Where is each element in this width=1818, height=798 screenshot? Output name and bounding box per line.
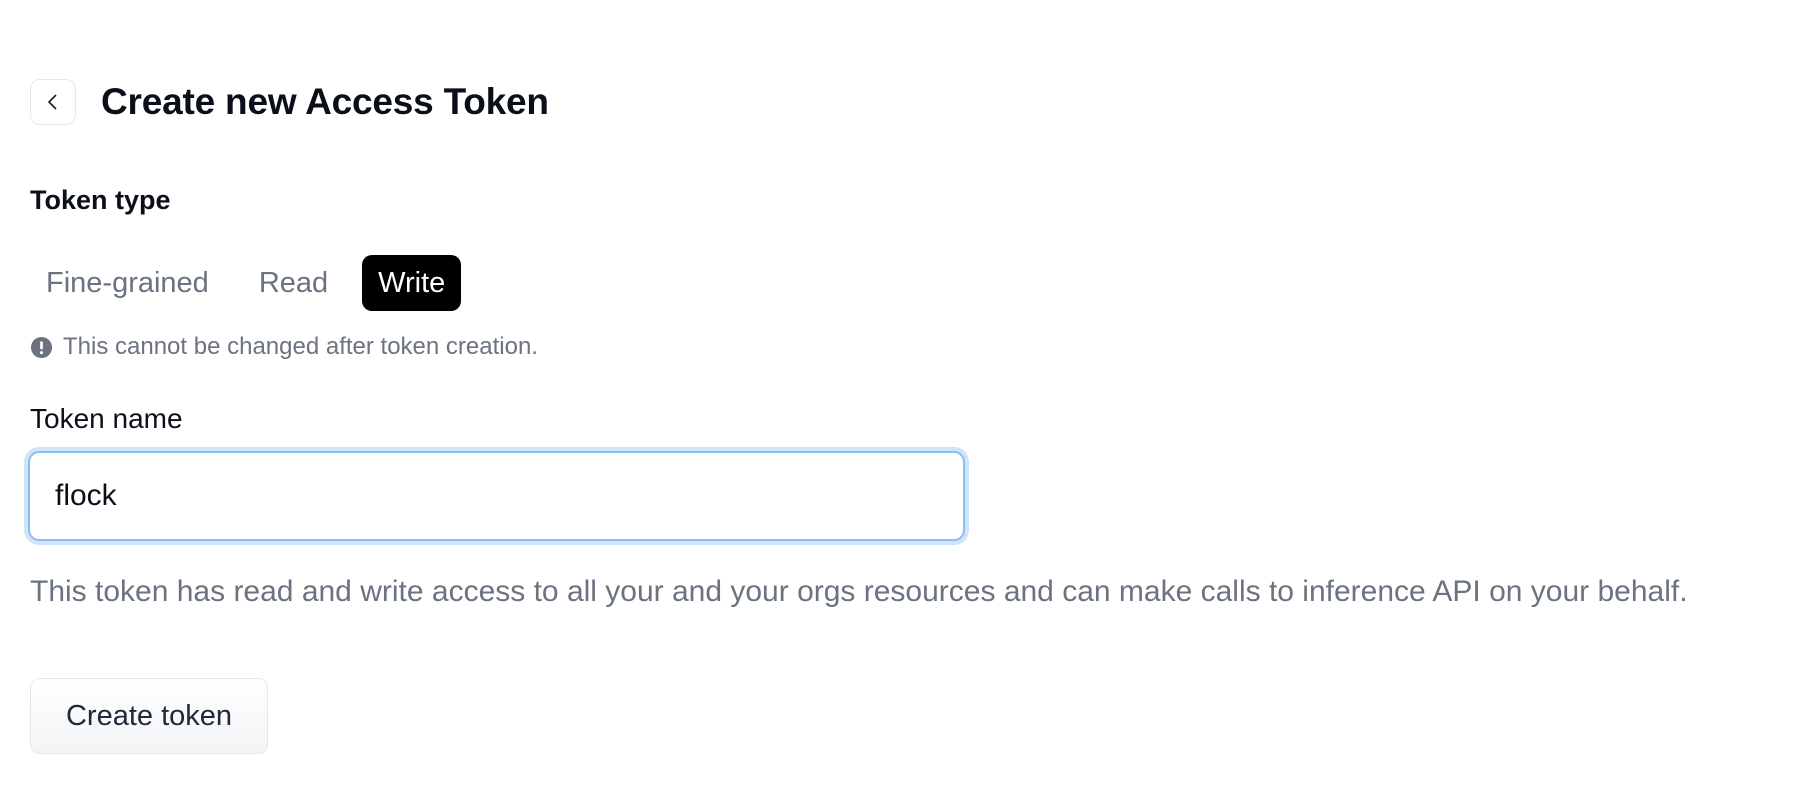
- token-type-read[interactable]: Read: [243, 255, 344, 311]
- chevron-left-icon: [48, 94, 57, 110]
- page-title: Create new Access Token: [101, 81, 549, 122]
- token-type-note-text: This cannot be changed after token creat…: [63, 333, 538, 360]
- token-access-description: This token has read and write access to …: [30, 575, 1688, 608]
- exclamation-circle-icon: [30, 336, 53, 358]
- token-name-input[interactable]: [30, 453, 963, 539]
- back-button[interactable]: [30, 79, 76, 125]
- create-token-button[interactable]: Create token: [30, 678, 268, 754]
- token-type-write[interactable]: Write: [362, 255, 462, 311]
- token-type-label: Token type: [30, 185, 171, 215]
- token-type-fine-grained[interactable]: Fine-grained: [30, 255, 225, 311]
- token-name-field-wrapper: [28, 451, 965, 541]
- page-header: Create new Access Token: [30, 79, 549, 125]
- token-name-label: Token name: [30, 403, 183, 434]
- token-type-selector: Fine-grained Read Write: [30, 255, 462, 311]
- token-type-note: This cannot be changed after token creat…: [30, 333, 538, 361]
